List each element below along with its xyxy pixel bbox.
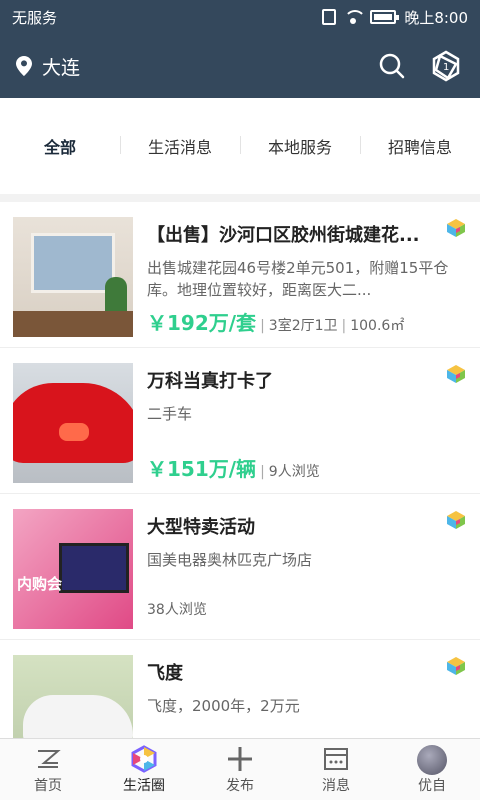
search-button[interactable] <box>374 48 410 84</box>
tab-life-news[interactable]: 生活消息 <box>120 134 240 158</box>
cube-badge-icon <box>447 219 465 237</box>
post-description: 二手车 <box>147 405 193 423</box>
message-icon <box>324 747 348 770</box>
list-item[interactable]: 【出售】沙河口区胶州街城建花... 出售城建花园46号楼2单元501，附赠15平… <box>0 202 480 348</box>
vibrate-icon <box>322 9 337 25</box>
post-price: ￥151万/辆 <box>147 457 257 481</box>
battery-icon <box>370 10 400 24</box>
post-description: 国美电器奥林匹克广场店 <box>147 551 313 569</box>
post-image <box>13 363 133 483</box>
category-tabs: 全部 生活消息 本地服务 招聘信息 <box>0 98 480 194</box>
wifi-icon <box>344 10 367 24</box>
nav-publish-label: 发布 <box>226 777 254 794</box>
cube-badge-icon <box>447 511 465 529</box>
bottom-navigation: 首页 生活圈 发布 消息 优自 <box>0 738 480 800</box>
plus-icon <box>228 746 252 771</box>
location-pin-icon <box>16 56 32 76</box>
post-title: 飞度 <box>147 663 183 684</box>
home-icon <box>38 749 61 768</box>
scan-button[interactable]: 1 <box>428 48 464 84</box>
post-description: 飞度，2000年，2万元 <box>147 697 300 715</box>
post-title: 万科当真打卡了 <box>147 371 273 392</box>
nav-life-circle[interactable]: 生活圈 <box>96 739 192 800</box>
city-selector[interactable]: 大连 <box>42 53 356 80</box>
nav-messages[interactable]: 消息 <box>288 739 384 800</box>
post-meta-area: 100.6㎡ <box>350 318 405 334</box>
post-description: 出售城建花园46号楼2单元501，附赠15平仓库。地理位置较好，距离医大二... <box>147 259 449 299</box>
status-bar: 无服务 晚上8:00 <box>0 0 480 34</box>
post-views: 9人浏览 <box>268 464 320 480</box>
list-item[interactable]: 万科当真打卡了 二手车 ￥151万/辆 | 9人浏览 <box>0 348 480 494</box>
life-circle-icon <box>131 744 157 773</box>
list-item[interactable]: 飞度 飞度，2000年，2万元 <box>0 640 480 738</box>
promo-image-text: 内购会 <box>17 575 63 593</box>
cube-badge-icon <box>447 365 465 383</box>
nav-publish[interactable]: 发布 <box>192 739 288 800</box>
tab-jobs[interactable]: 招聘信息 <box>360 134 480 158</box>
post-price: ￥192万/套 <box>147 311 257 335</box>
post-title: 【出售】沙河口区胶州街城建花... <box>147 225 420 246</box>
app-logo-icon: 1 <box>432 50 460 82</box>
search-icon <box>379 53 405 79</box>
post-image <box>13 655 133 738</box>
nav-profile[interactable]: 优自 <box>384 739 480 800</box>
nav-life-circle-label: 生活圈 <box>123 777 165 794</box>
post-meta-rooms: 3室2厅1卫 <box>268 318 338 334</box>
svg-text:1: 1 <box>443 62 449 73</box>
nav-home-label: 首页 <box>34 777 62 794</box>
nav-home[interactable]: 首页 <box>0 739 96 800</box>
post-views: 38人浏览 <box>147 602 207 618</box>
tab-all[interactable]: 全部 <box>0 134 120 158</box>
clock-text: 晚上8:00 <box>404 8 468 27</box>
tab-local-services[interactable]: 本地服务 <box>240 134 360 158</box>
post-image: 内购会 <box>13 509 133 629</box>
nav-profile-label: 优自 <box>418 777 446 794</box>
app-header: 大连 1 <box>0 34 480 98</box>
post-image <box>13 217 133 337</box>
post-feed[interactable]: 【出售】沙河口区胶州街城建花... 出售城建花园46号楼2单元501，附赠15平… <box>0 202 480 738</box>
list-item[interactable]: 内购会 大型特卖活动 国美电器奥林匹克广场店 38人浏览 <box>0 494 480 640</box>
post-title: 大型特卖活动 <box>147 517 255 538</box>
avatar <box>417 744 447 775</box>
carrier-text: 无服务 <box>12 8 58 27</box>
cube-badge-icon <box>447 657 465 675</box>
nav-messages-label: 消息 <box>322 777 350 794</box>
